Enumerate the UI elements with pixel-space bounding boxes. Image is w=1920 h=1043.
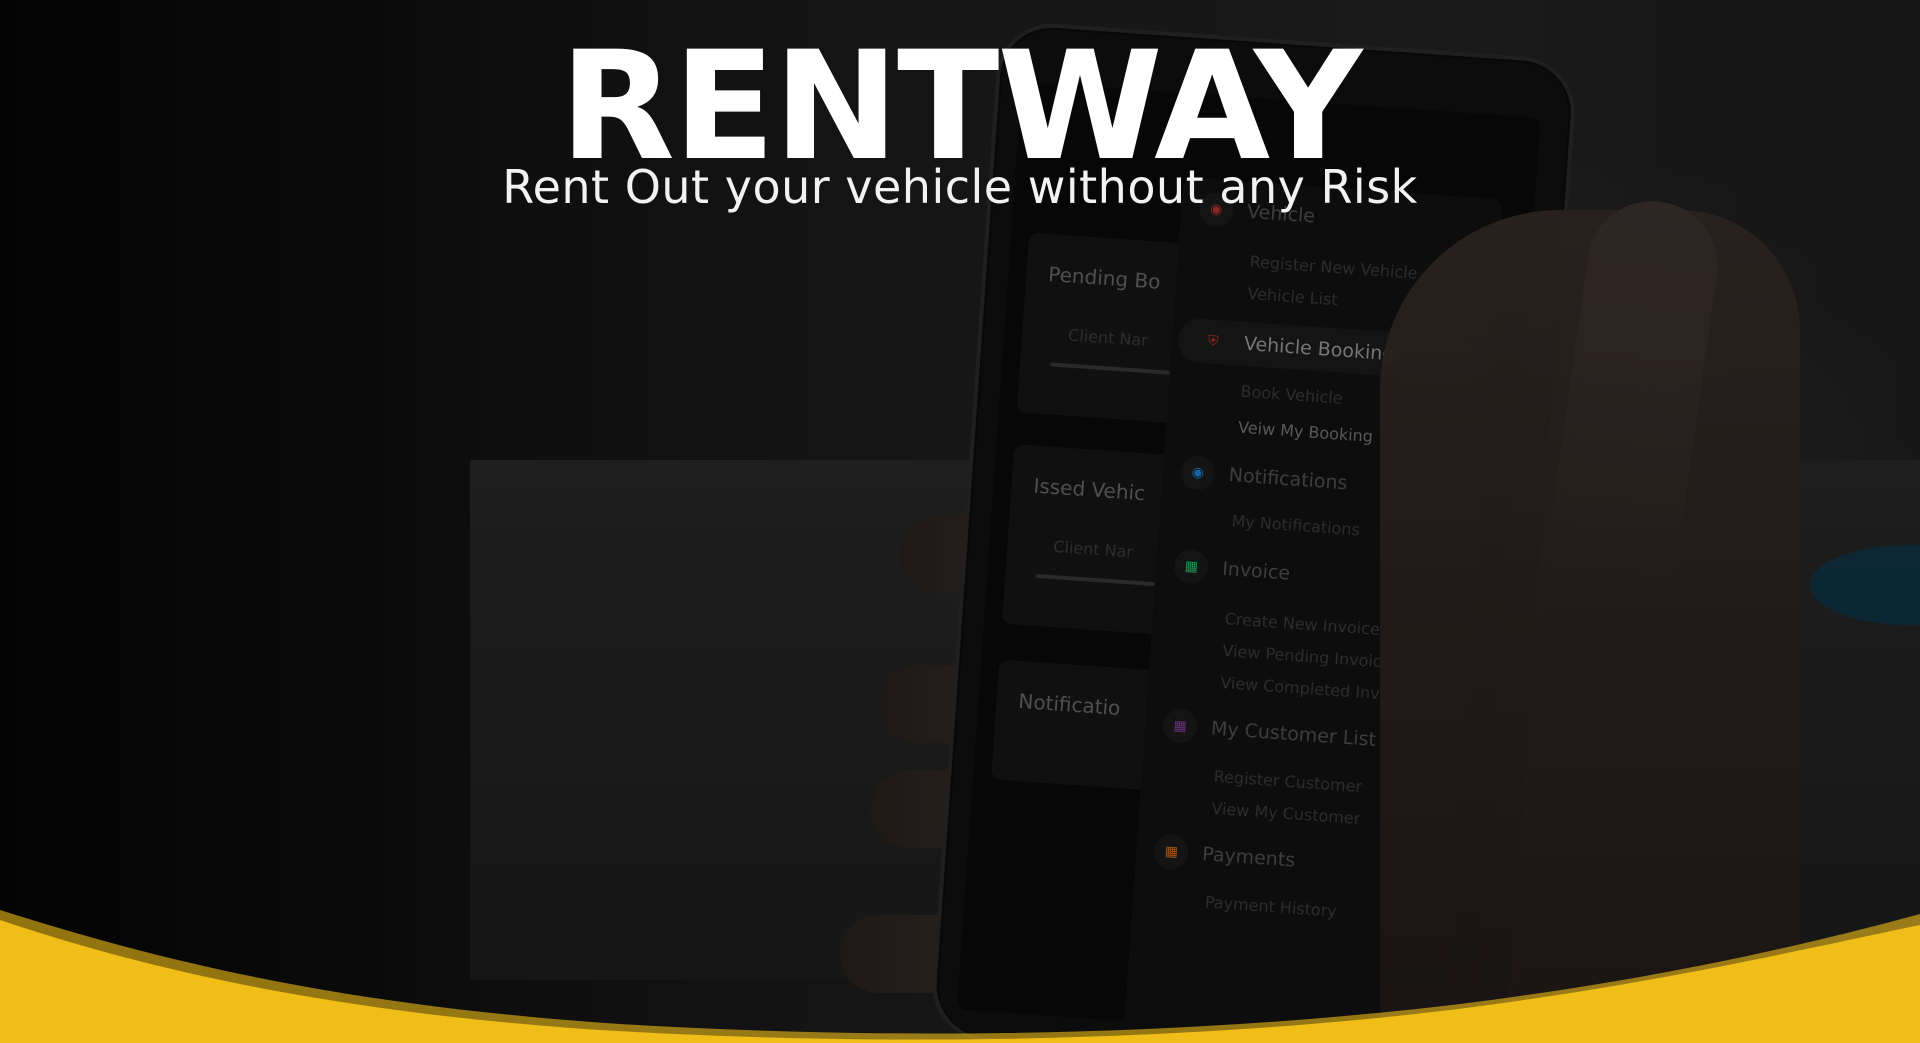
yellow-wave-shape (0, 910, 1920, 1043)
tagline: Rent Out your vehicle without any Risk (502, 160, 1418, 214)
